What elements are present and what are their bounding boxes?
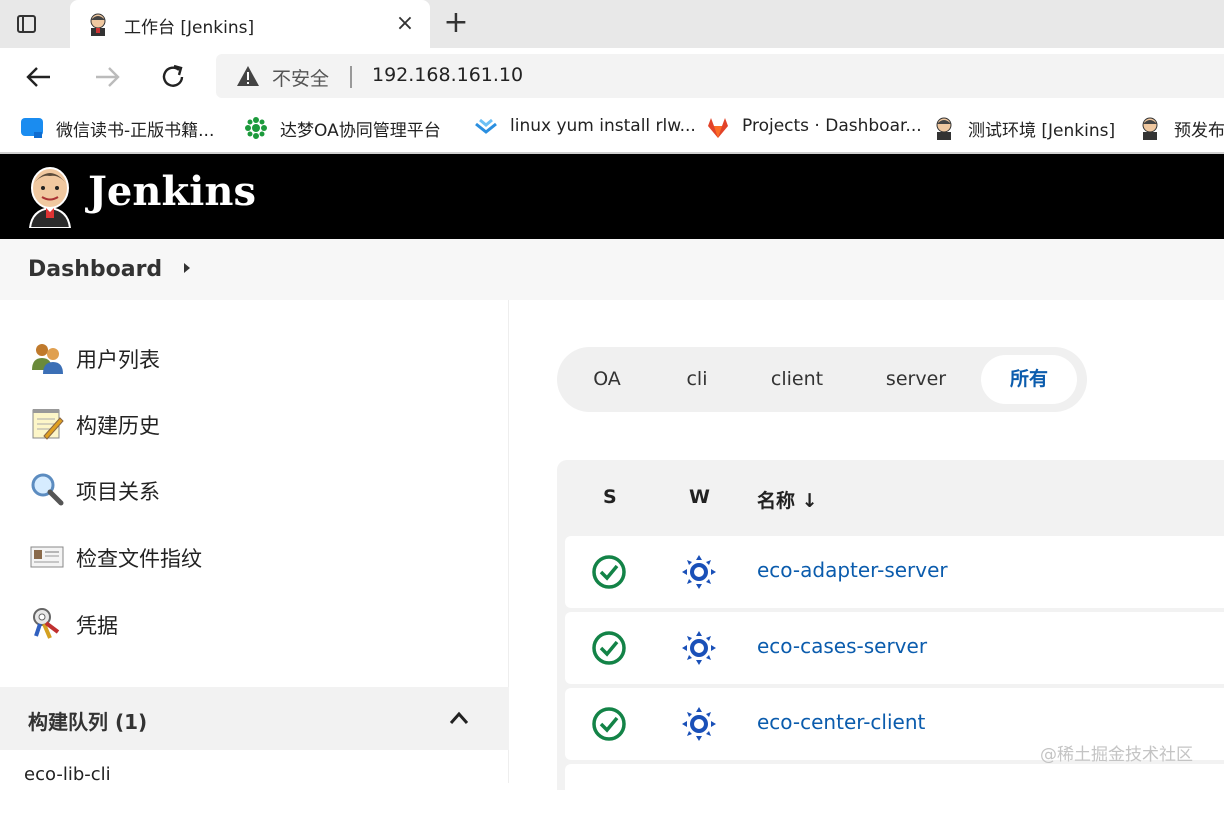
tab-actions-icon[interactable] [14, 12, 38, 36]
tab-all[interactable]: 所有 [981, 355, 1077, 404]
warning-triangle-icon[interactable] [236, 65, 260, 87]
forward-arrow-icon[interactable] [90, 60, 124, 94]
sidebar-item-build-history[interactable]: 构建历史 [30, 404, 430, 444]
table-row: eco-adapter-server [565, 536, 1224, 608]
table-row [565, 764, 1224, 836]
notepad-icon [32, 409, 64, 440]
watermark: @稀土掘金技术社区 [1040, 745, 1193, 765]
jenkins-icon [1142, 117, 1158, 140]
sidebar-item-label: 构建历史 [76, 414, 160, 438]
bookmark-label: 预发布 [1174, 121, 1224, 141]
gitlab-icon [708, 118, 728, 138]
sidebar-item-label: 凭据 [76, 614, 118, 638]
sunny-weather-icon[interactable] [681, 630, 717, 666]
sidebar-item-credentials[interactable]: 凭据 [30, 604, 430, 644]
job-link[interactable]: eco-cases-server [757, 634, 927, 658]
users-icon [32, 344, 63, 374]
bookmark-label: 测试环境 [Jenkins] [968, 121, 1116, 141]
magnifier-icon [31, 473, 64, 506]
column-header-name[interactable]: 名称 ↓ [757, 486, 818, 513]
sunny-weather-icon[interactable] [681, 554, 717, 590]
success-check-icon[interactable] [591, 630, 627, 666]
view-tabs: OA cli client server 所有 [557, 347, 1087, 412]
tab-cli[interactable]: cli [667, 355, 727, 404]
sunny-weather-icon[interactable] [681, 706, 717, 742]
sidebar-item-project-relationship[interactable]: 项目关系 [30, 470, 430, 510]
bookmark-label: linux yum install rlw... [510, 116, 696, 136]
sidebar-item-users[interactable]: 用户列表 [30, 338, 430, 378]
jenkins-title[interactable]: Jenkins [88, 168, 256, 215]
address-divider [350, 66, 352, 88]
job-link[interactable]: eco-center-client [757, 710, 925, 734]
tab-client[interactable]: client [753, 355, 841, 404]
success-check-icon[interactable] [591, 554, 627, 590]
chevron-bookmark-icon [475, 118, 497, 134]
bookmarks-bar: 微信读书-正版书籍... 达梦OA协同管理平台 linux yum instal… [0, 104, 1224, 152]
sidebar-item-label: 用户列表 [76, 348, 160, 372]
column-header-status[interactable]: S [603, 486, 617, 508]
bookmark-label: 微信读书-正版书籍... [56, 121, 215, 141]
table-row: eco-cases-server [565, 612, 1224, 684]
keys-icon [33, 608, 60, 639]
job-link[interactable]: eco-adapter-server [757, 558, 948, 582]
sidebar-item-label: 检查文件指纹 [76, 547, 202, 571]
weread-icon [21, 118, 43, 138]
build-queue-item[interactable]: eco-lib-cli [24, 764, 111, 785]
breadcrumb: Dashboard [0, 239, 1224, 300]
jenkins-logo-icon[interactable] [26, 164, 74, 228]
browser-tab-strip: 工作台 [Jenkins] × + [0, 0, 1224, 48]
breadcrumb-arrow-icon[interactable] [184, 263, 190, 273]
breadcrumb-dashboard[interactable]: Dashboard [28, 257, 162, 282]
tab-oa[interactable]: OA [575, 355, 639, 404]
jenkins-icon [936, 117, 952, 140]
bookmark-label: 达梦OA协同管理平台 [280, 121, 441, 141]
success-check-icon[interactable] [591, 706, 627, 742]
tab-title: 工作台 [Jenkins] [124, 18, 255, 38]
browser-toolbar: 不安全 192.168.161.10 [0, 48, 1224, 104]
security-label[interactable]: 不安全 [272, 64, 329, 91]
sidebar-item-fingerprint[interactable]: 检查文件指纹 [30, 537, 430, 577]
build-queue-header[interactable]: 构建队列 (1) [0, 687, 509, 750]
fingerprint-card-icon [30, 546, 64, 568]
close-icon[interactable]: × [392, 10, 418, 38]
bookmark-label: Projects · Dashboar... [742, 116, 922, 136]
address-bar[interactable]: 不安全 192.168.161.10 [216, 54, 1224, 98]
new-tab-button[interactable]: + [440, 8, 472, 40]
column-header-weather[interactable]: W [689, 486, 710, 508]
dameng-icon [245, 117, 267, 139]
jenkins-icon [90, 13, 106, 36]
jenkins-header: Jenkins [0, 154, 1224, 239]
reload-icon[interactable] [156, 60, 190, 94]
sidebar-item-label: 项目关系 [76, 480, 160, 504]
browser-tab[interactable]: 工作台 [Jenkins] × [70, 0, 430, 48]
chevron-up-icon[interactable] [448, 709, 470, 727]
back-arrow-icon[interactable] [22, 60, 56, 94]
build-queue-title: 构建队列 (1) [28, 710, 148, 734]
tab-server[interactable]: server [867, 355, 965, 404]
url-text[interactable]: 192.168.161.10 [372, 64, 523, 86]
